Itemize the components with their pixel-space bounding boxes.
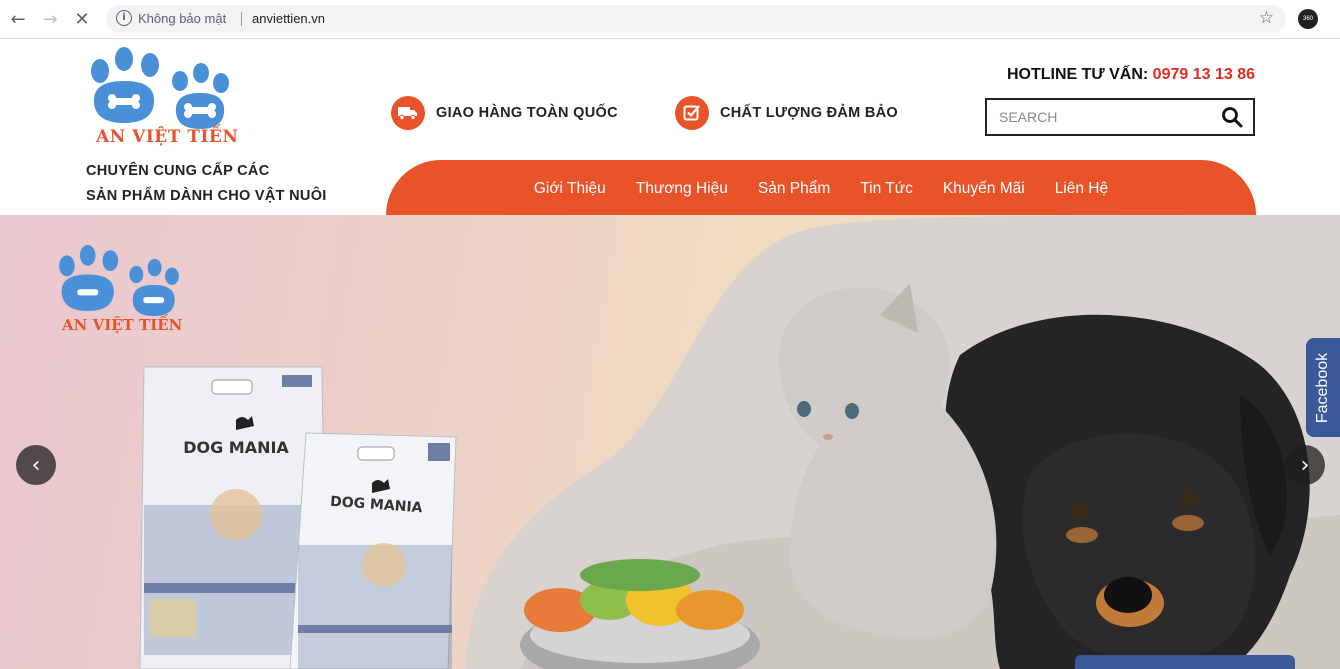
menu-item-thuong-hieu[interactable]: Thương Hiệu	[636, 180, 728, 198]
address-bar[interactable]: i Không bảo mật anviettien.vn ☆	[106, 5, 1286, 33]
chat-widget-bar[interactable]	[1075, 655, 1295, 669]
chevron-right-icon[interactable]: ›	[1285, 445, 1325, 485]
truck-icon	[391, 96, 425, 130]
info-icon[interactable]: i	[116, 10, 132, 26]
profile-avatar[interactable]: 360	[1298, 9, 1318, 29]
search-input[interactable]	[987, 100, 1231, 134]
hotline: HOTLINE TƯ VẤN: 0979 13 13 86	[1007, 66, 1255, 84]
hero-brand-name: AN VIỆT TIẾN	[62, 316, 183, 334]
menu-item-lien-he[interactable]: Liên Hệ	[1055, 180, 1108, 198]
brand-name: AN VIỆT TIẾN	[96, 127, 239, 147]
search-box	[985, 98, 1255, 136]
feature-label: GIAO HÀNG TOÀN QUỐC	[436, 105, 618, 121]
menu-item-tin-tuc[interactable]: Tin Tức	[860, 180, 913, 198]
stop-icon[interactable]: ✕	[70, 7, 94, 31]
security-label: Không bảo mật	[138, 11, 227, 26]
hotline-number[interactable]: 0979 13 13 86	[1153, 66, 1255, 83]
feature-nationwide-delivery: GIAO HÀNG TOÀN QUỐC	[391, 96, 618, 130]
hotline-label: HOTLINE TƯ VẤN:	[1006, 66, 1149, 83]
chevron-left-icon[interactable]: ‹	[16, 445, 56, 485]
back-arrow-icon[interactable]: ←	[6, 7, 30, 31]
forward-arrow-icon[interactable]: →	[38, 7, 62, 31]
menu-item-san-pham[interactable]: Sản Phẩm	[758, 180, 830, 198]
hero-slider: DOG MANIA DOG MANIA AN VIỆT TIẾN ‹ › Fac…	[0, 215, 1340, 669]
site-header: AN VIỆT TIẾN CHUYÊN CUNG CẤP CÁC SẢN PHẨ…	[0, 39, 1340, 215]
bookmark-star-icon[interactable]: ☆	[1259, 8, 1274, 28]
tagline: CHUYÊN CUNG CẤP CÁC SẢN PHẨM DÀNH CHO VẬ…	[86, 159, 327, 209]
checkbox-icon	[675, 96, 709, 130]
url-text[interactable]: anviettien.vn	[252, 11, 325, 26]
facebook-tab[interactable]: Facebook	[1306, 338, 1340, 437]
menu-item-khuyen-mai[interactable]: Khuyến Mãi	[943, 180, 1025, 198]
browser-toolbar: ← → ✕ i Không bảo mật anviettien.vn ☆ 36…	[0, 0, 1340, 39]
facebook-label: Facebook	[1314, 352, 1331, 424]
feature-label: CHẤT LƯỢNG ĐẢM BẢO	[720, 105, 899, 121]
feature-quality-assurance: CHẤT LƯỢNG ĐẢM BẢO	[675, 96, 898, 130]
menu-item-gioi-thieu[interactable]: Giới Thiệu	[534, 180, 606, 198]
product-name: DOG MANIA	[183, 438, 289, 457]
main-menu: Giới Thiệu Thương Hiệu Sản Phẩm Tin Tức …	[386, 160, 1256, 215]
search-icon[interactable]	[1221, 106, 1243, 128]
tagline-line1: CHUYÊN CUNG CẤP CÁC	[86, 163, 270, 179]
address-separator	[241, 12, 242, 26]
tagline-line2: SẢN PHẨM DÀNH CHO VẬT NUÔI	[86, 188, 327, 204]
hero-banner-image: DOG MANIA DOG MANIA	[139, 215, 1340, 669]
